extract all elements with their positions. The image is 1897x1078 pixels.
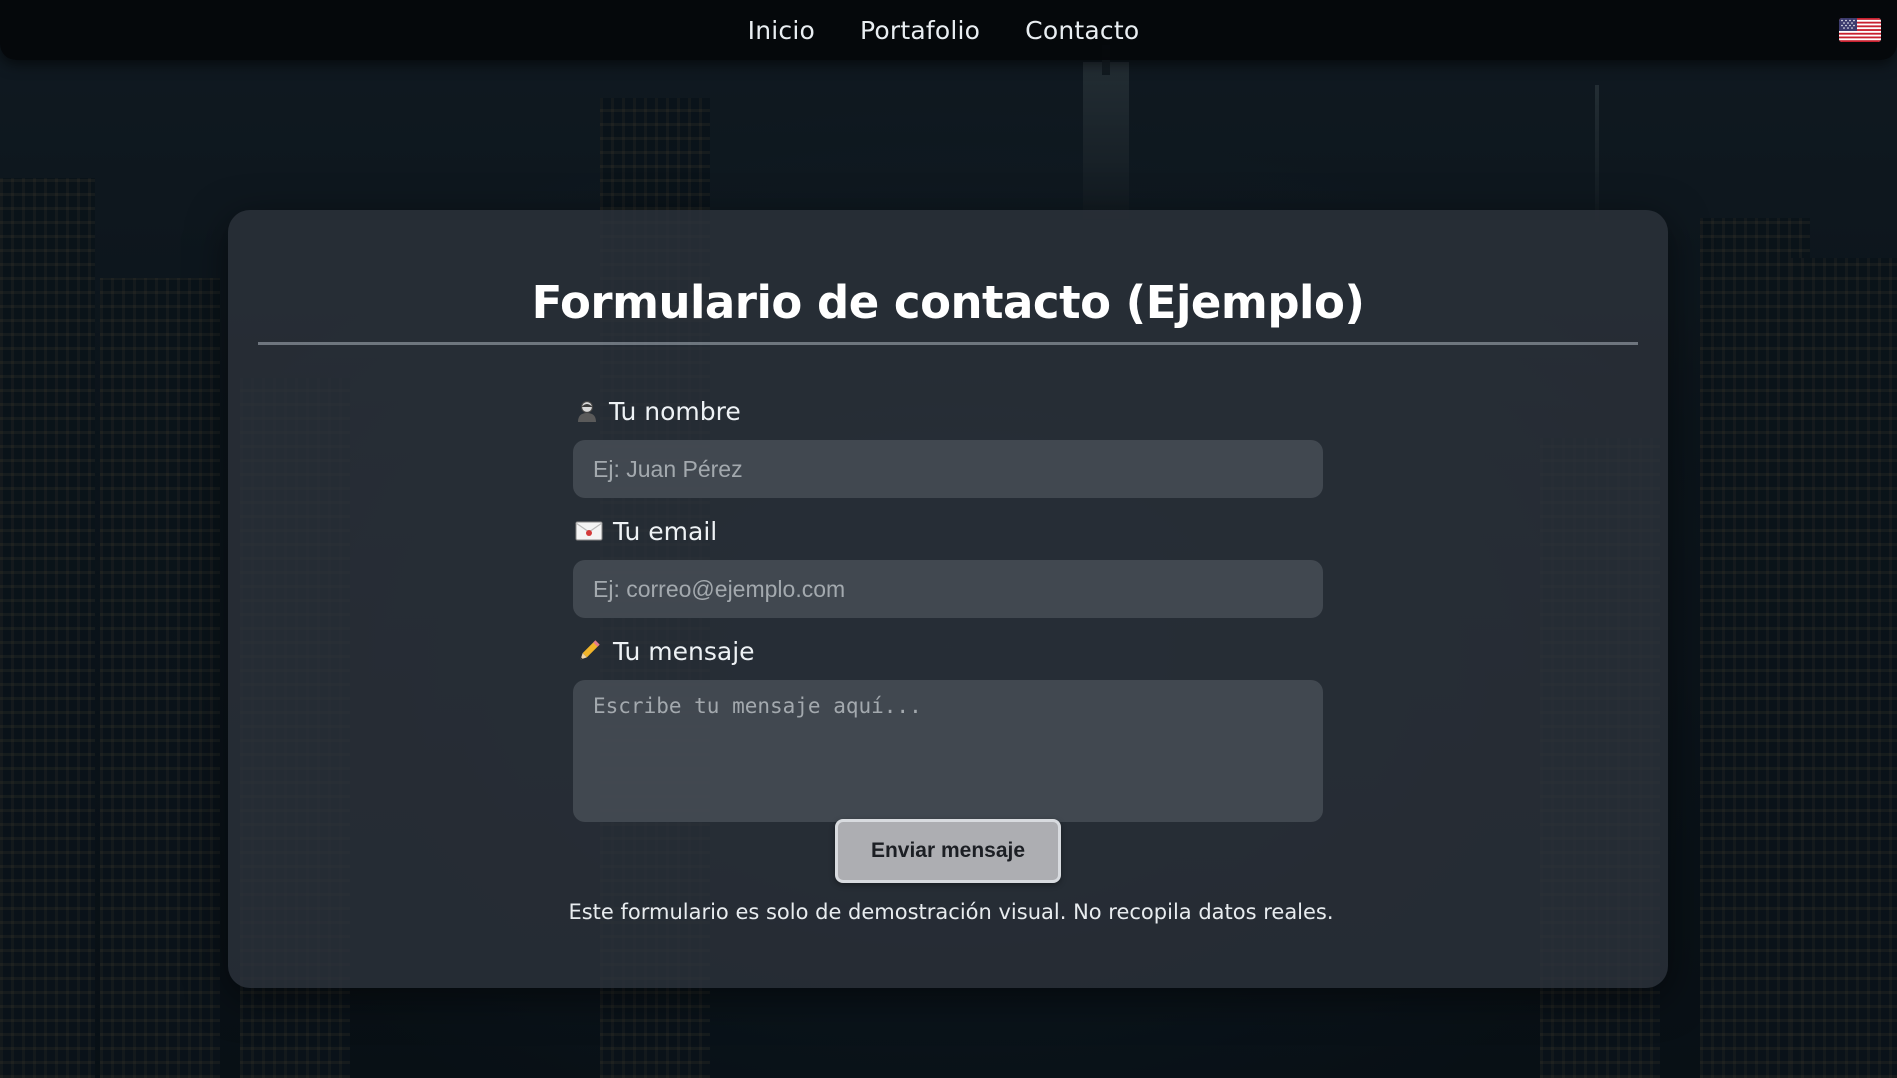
person-icon — [575, 399, 599, 423]
envelope-icon — [575, 519, 603, 543]
name-label-text: Tu nombre — [609, 396, 741, 426]
email-label: Tu email — [575, 510, 1323, 552]
message-label: Tu mensaje — [575, 630, 1323, 672]
pencil-icon — [575, 639, 603, 663]
message-textarea[interactable] — [573, 680, 1323, 822]
submit-button[interactable]: Enviar mensaje — [835, 819, 1061, 883]
top-navbar: Inicio Portafolio Contacto — [0, 0, 1897, 60]
contact-form: Tu nombre Tu email — [573, 390, 1323, 822]
us-flag-icon[interactable] — [1839, 18, 1881, 42]
email-label-text: Tu email — [613, 516, 718, 546]
form-title: Formulario de contacto (Ejemplo) — [531, 276, 1365, 329]
nav-link-contacto[interactable]: Contacto — [1025, 16, 1139, 45]
message-label-text: Tu mensaje — [613, 636, 755, 666]
nav-link-portafolio[interactable]: Portafolio — [860, 16, 980, 45]
title-divider — [258, 342, 1638, 345]
name-input[interactable] — [573, 440, 1323, 498]
nav-link-inicio[interactable]: Inicio — [748, 16, 815, 45]
contact-form-card: Formulario de contacto (Ejemplo) Tu nomb… — [228, 210, 1668, 988]
email-input[interactable] — [573, 560, 1323, 618]
nav-links: Inicio Portafolio Contacto — [0, 0, 1897, 60]
name-label: Tu nombre — [575, 390, 1323, 432]
disclaimer-text: Este formulario es solo de demostración … — [568, 900, 1334, 924]
